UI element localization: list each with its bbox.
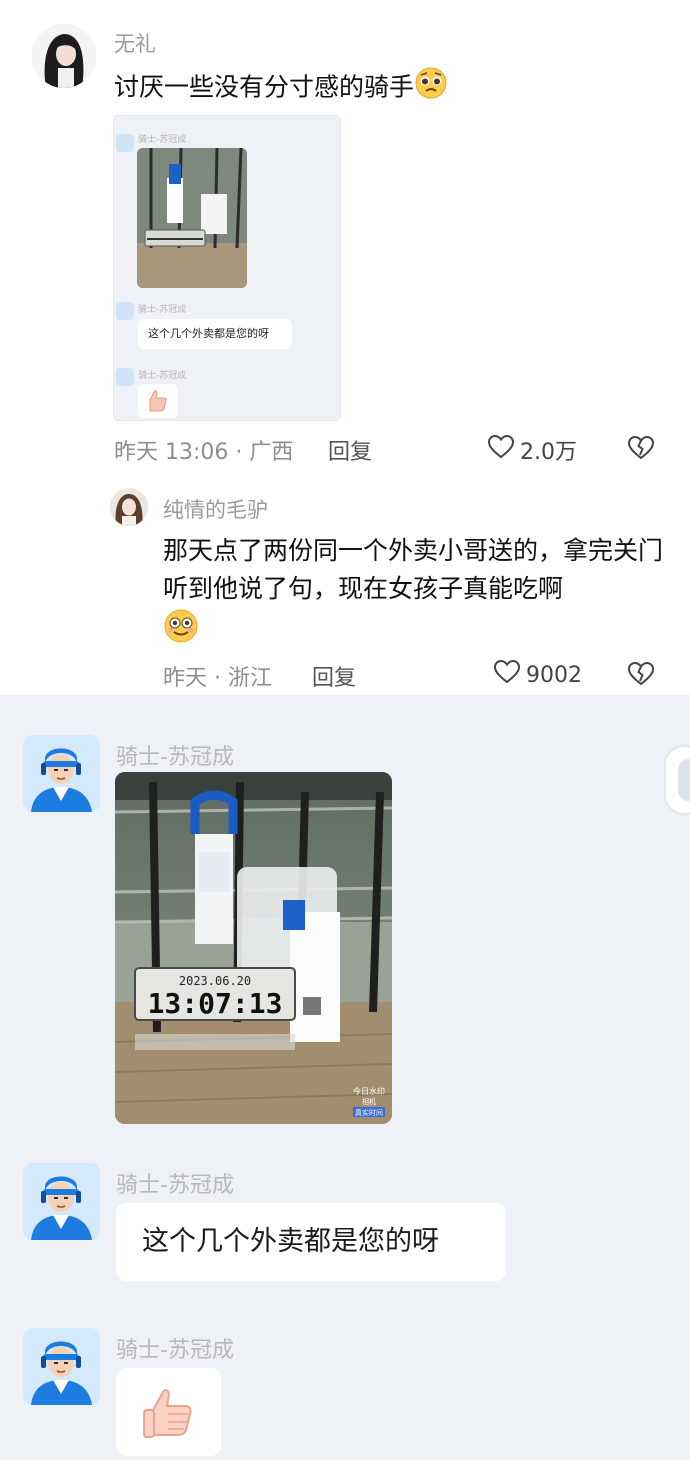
comment-image-thumbnail[interactable]: 骑士-苏冠成 骑士-苏冠成 这个几个外卖都是您的呀 骑士-苏冠成 xyxy=(113,115,341,421)
photo-date: 2023.06.20 xyxy=(179,974,251,988)
rider-name-mini: 骑士-苏冠成 xyxy=(138,135,187,145)
comment-section: 无礼 讨厌一些没有分寸感的骑手 骑士-苏冠成 骑士-苏冠成 这个几个外卖都是您的… xyxy=(0,0,690,695)
commenter-avatar[interactable] xyxy=(32,24,96,88)
like-count: 9002 xyxy=(526,662,582,688)
rider-avatar[interactable] xyxy=(23,1328,100,1405)
heart-icon xyxy=(487,434,515,465)
rider-avatar-mini xyxy=(116,134,134,152)
watermark-line2: 相机 xyxy=(362,1097,376,1106)
reply-meta: 昨天 · 浙江 xyxy=(163,666,272,691)
rider-avatar[interactable] xyxy=(23,735,100,812)
dislike-button[interactable] xyxy=(627,435,655,464)
comment-text: 讨厌一些没有分寸感的骑手 xyxy=(114,66,448,111)
thumbs-up-icon xyxy=(116,1389,221,1460)
rider-avatar-mini xyxy=(116,368,134,386)
chat-screenshot: 骑士-苏冠成 2023.06.20 13:07:13 今日水印 相机 真实时间 … xyxy=(0,695,690,1460)
reply-username[interactable]: 纯情的毛驴 xyxy=(163,494,268,524)
reply-button[interactable]: 回复 xyxy=(312,660,356,692)
thumbs-up-message[interactable] xyxy=(116,1368,221,1456)
rider-name: 骑士-苏冠成 xyxy=(116,1338,234,1363)
dislike-heart-icon xyxy=(627,661,655,690)
like-count: 2.0万 xyxy=(520,440,577,465)
thumbs-up-bubble-mini xyxy=(138,384,178,418)
rider-name: 骑士-苏冠成 xyxy=(116,1173,234,1198)
message-bubble[interactable]: 这个几个外卖都是您的呀 xyxy=(116,1203,506,1281)
heart-icon xyxy=(493,659,521,690)
reply-text: 那天点了两份同一个外卖小哥送的，拿完关门听到他说了句，现在女孩子真能吃啊 xyxy=(163,532,683,655)
commenter-username[interactable]: 无礼 xyxy=(114,28,156,58)
rider-name-mini: 骑士-苏冠成 xyxy=(138,371,187,381)
like-button[interactable]: 9002 xyxy=(493,659,582,690)
reply-body: 那天点了两份同一个外卖小哥送的，拿完关门听到他说了句，现在女孩子真能吃啊 xyxy=(163,536,664,603)
rider-name-mini: 骑士-苏冠成 xyxy=(138,305,187,315)
delivery-photo-mini xyxy=(137,148,247,288)
watermark-line1: 今日水印 xyxy=(353,1086,385,1096)
dislike-heart-icon xyxy=(627,435,655,464)
like-button[interactable]: 2.0万 xyxy=(487,434,577,466)
message-bubble-mini: 这个几个外卖都是您的呀 xyxy=(138,319,292,349)
rider-avatar[interactable] xyxy=(23,1163,100,1240)
watermark-line3: 真实时间 xyxy=(355,1108,383,1117)
smiling-face-emoji xyxy=(163,608,199,655)
scroll-handle[interactable] xyxy=(664,745,690,815)
delivery-photo[interactable]: 2023.06.20 13:07:13 今日水印 相机 真实时间 xyxy=(115,772,392,1124)
reply-avatar[interactable] xyxy=(110,488,148,526)
dislike-button[interactable] xyxy=(627,661,655,690)
reply-button[interactable]: 回复 xyxy=(328,434,372,466)
photo-time: 13:07:13 xyxy=(148,987,283,1020)
rider-name: 骑士-苏冠成 xyxy=(116,745,234,770)
rider-avatar-mini xyxy=(116,302,134,320)
comment-meta: 昨天 13:06 · 广西 xyxy=(114,440,294,465)
comment-body: 讨厌一些没有分寸感的骑手 xyxy=(114,72,415,102)
pleading-face-emoji xyxy=(414,66,448,111)
